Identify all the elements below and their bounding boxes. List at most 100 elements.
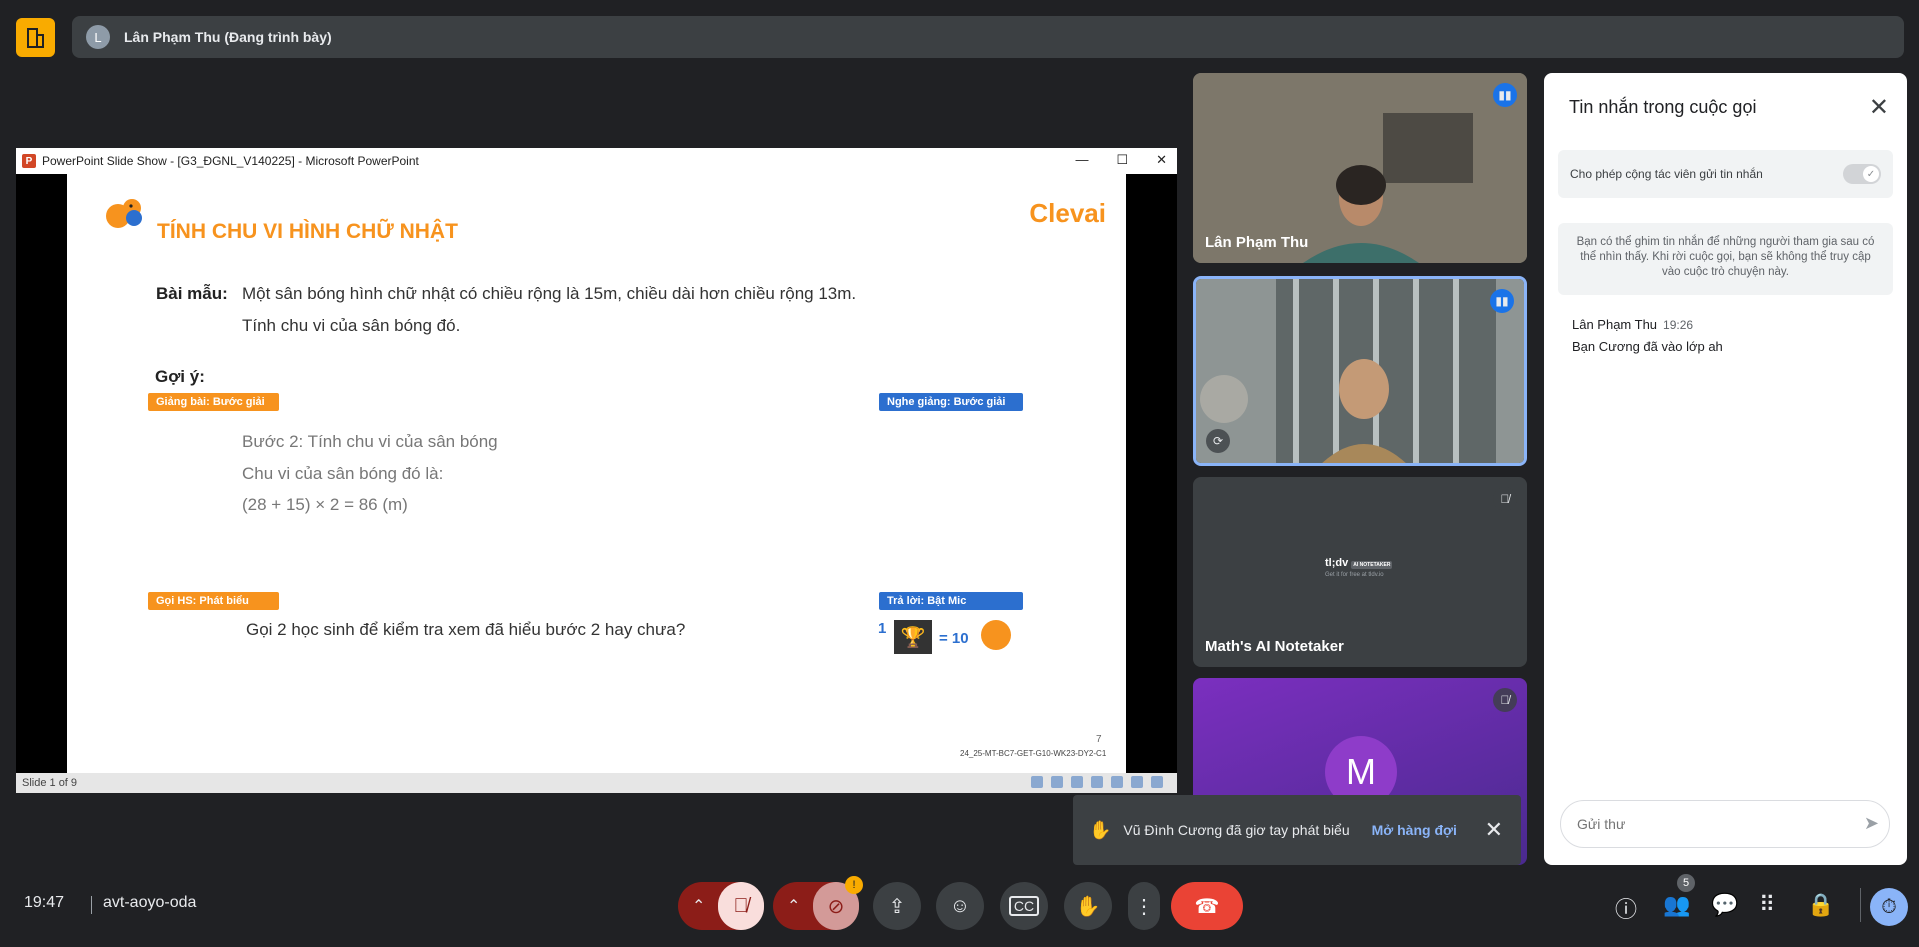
timer-icon[interactable]: ⏱ xyxy=(1870,888,1908,926)
leave-call-button[interactable]: ☎ xyxy=(1171,882,1243,930)
emoji-icon: ☺ xyxy=(949,894,971,917)
slide-footer-code: 24_25-MT-BC7-GET-G10-WK23-DY2-C1 xyxy=(960,749,1107,758)
participant-name: Lân Phạm Thu xyxy=(1205,234,1309,251)
bai-mau-line2: Tính chu vi của sân bóng đó. xyxy=(242,316,461,335)
presenter-avatar: L xyxy=(86,25,110,49)
message-sender: Lân Phạm Thu xyxy=(1572,317,1658,332)
slideshow-view-icon[interactable] xyxy=(1151,776,1163,788)
emoji-button[interactable]: ☺ xyxy=(936,882,984,930)
hand-raise-toast: ✋ Vũ Đình Cương đã giơ tay phát biểu Mở … xyxy=(1073,795,1521,865)
open-queue-link[interactable]: Mở hàng đợi xyxy=(1372,822,1457,838)
divider xyxy=(1860,888,1861,922)
reward-equals: = 10 xyxy=(939,630,969,647)
presenter-name: Lân Phạm Thu (Đang trình bày) xyxy=(124,29,332,45)
trophy-icon: 🏆 xyxy=(894,620,932,654)
raise-hand-button[interactable]: ✋ xyxy=(1064,882,1112,930)
step-line2: Chu vi của sân bóng đó là: xyxy=(242,464,444,483)
tldv-logo-badge: AI NOTETAKER xyxy=(1351,561,1393,569)
participant-video xyxy=(1196,279,1524,463)
divider xyxy=(91,896,92,914)
close-toast-icon[interactable]: ✕ xyxy=(1485,817,1503,843)
video-control-group: ⌃ ⊘ ! xyxy=(773,876,863,930)
notes-icon[interactable] xyxy=(1051,776,1063,788)
present-button[interactable]: ⇪ xyxy=(873,882,921,930)
next-slide-icon[interactable] xyxy=(1071,776,1083,788)
camera-warning-badge: ! xyxy=(845,876,863,894)
presenter-banner: L Lân Phạm Thu (Đang trình bày) xyxy=(72,16,1904,58)
info-icon[interactable]: ⓘ xyxy=(1615,892,1637,924)
participant-tile-lan[interactable]: ▮▮ Lân Phạm Thu xyxy=(1193,73,1527,263)
tag-goi-hs: Gọi HS: Phát biểu xyxy=(148,592,279,610)
video-options-icon[interactable]: ⌃ xyxy=(787,896,800,916)
squirrel-mascot-icon xyxy=(106,199,142,228)
mic-off-icon: 🎙̸ xyxy=(1493,688,1517,712)
audio-options-icon[interactable]: ⌃ xyxy=(692,896,705,916)
check-icon: ✓ xyxy=(1863,166,1879,182)
participants-count-badge: 5 xyxy=(1677,874,1695,892)
bai-mau-line1: Một sân bóng hình chữ nhật có chiều rộng… xyxy=(242,284,857,303)
participant-tile-notetaker[interactable]: tl;dv AI NOTETAKER Get it for free at tl… xyxy=(1193,477,1527,667)
ppt-window-title: PowerPoint Slide Show - [G3_ĐGNL_V140225… xyxy=(42,154,419,168)
permission-row: Cho phép cộng tác viên gửi tin nhắn ✓ xyxy=(1558,150,1893,198)
maximize-icon[interactable]: ☐ xyxy=(1116,152,1128,168)
step-line3: (28 + 15) × 2 = 86 (m) xyxy=(242,495,408,514)
reward-count: 1 xyxy=(878,620,887,637)
mic-off-icon: 🎙̸ xyxy=(733,894,749,917)
tldv-logo-sub: Get it for free at tldv.io xyxy=(1325,572,1384,578)
message-header: Lân Phạm Thu 19:26 xyxy=(1572,317,1693,332)
send-icon[interactable]: ➤ xyxy=(1864,813,1879,834)
powerpoint-icon: P xyxy=(22,154,36,168)
message-text: Bạn Cương đã vào lớp ah xyxy=(1572,339,1723,354)
step-line1: Bước 2: Tính chu vi của sân bóng xyxy=(242,432,498,451)
present-icon: ⇪ xyxy=(888,895,906,918)
chat-icon[interactable]: 💬 xyxy=(1711,892,1738,918)
activities-icon[interactable]: ⠿ xyxy=(1759,892,1775,918)
hang-up-icon: ☎ xyxy=(1194,895,1220,918)
goi-y-label: Gợi ý: xyxy=(155,367,205,386)
participant-tile-student[interactable]: ▮▮ ⟳ xyxy=(1193,276,1527,466)
toast-text: Vũ Đình Cương đã giơ tay phát biểu xyxy=(1123,822,1350,838)
slide-title: TÍNH CHU VI HÌNH CHỮ NHẬT xyxy=(157,220,458,243)
tag-nghe-giang: Nghe giảng: Bước giải xyxy=(879,393,1023,411)
prev-slide-icon[interactable] xyxy=(1031,776,1043,788)
ppt-titlebar: P PowerPoint Slide Show - [G3_ĐGNL_V1402… xyxy=(16,148,1177,174)
close-icon[interactable]: ✕ xyxy=(1156,152,1167,168)
host-controls-icon[interactable]: 🔒 xyxy=(1807,892,1834,918)
clevai-logo: Clevai xyxy=(1029,198,1106,228)
permission-toggle[interactable]: ✓ xyxy=(1843,164,1881,184)
slide-counter: Slide 1 of 9 xyxy=(22,777,78,789)
message-time: 19:26 xyxy=(1663,318,1694,332)
mic-off-button[interactable]: 🎙̸ xyxy=(718,882,764,930)
current-time: 19:47 xyxy=(24,894,65,911)
chat-title: Tin nhắn trong cuộc gọi xyxy=(1569,97,1757,117)
close-chat-icon[interactable]: ✕ xyxy=(1869,93,1889,122)
meet-logo-icon xyxy=(16,18,55,57)
reading-view-icon[interactable] xyxy=(1131,776,1143,788)
ppt-statusbar: Slide 1 of 9 xyxy=(16,773,1177,793)
people-icon[interactable]: 👥 xyxy=(1663,892,1690,918)
sorter-view-icon[interactable] xyxy=(1111,776,1123,788)
question-text: Gọi 2 học sinh để kiểm tra xem đã hiểu b… xyxy=(246,620,686,639)
hand-icon: ✋ xyxy=(1089,819,1112,840)
audio-control-group: ⌃ 🎙̸ xyxy=(678,882,764,930)
captions-button[interactable]: CC xyxy=(1000,882,1048,930)
permission-label: Cho phép cộng tác viên gửi tin nhắn xyxy=(1570,167,1763,181)
pin-info: Bạn có thể ghim tin nhắn để những người … xyxy=(1558,223,1893,295)
camera-off-icon: ⊘ xyxy=(827,895,845,918)
speaking-indicator-icon: ▮▮ xyxy=(1490,289,1514,313)
bai-mau-label: Bài mẫu: xyxy=(156,284,228,303)
meeting-code: avt-aoyo-oda xyxy=(103,894,197,911)
hand-icon: ✋ xyxy=(1075,895,1101,918)
slide-page-number: 7 xyxy=(1096,734,1102,745)
normal-view-icon[interactable] xyxy=(1091,776,1103,788)
captions-icon: CC xyxy=(1008,896,1040,916)
chat-input[interactable] xyxy=(1560,800,1890,848)
more-options-button[interactable]: ⋮ xyxy=(1128,882,1160,930)
tag-tra-loi: Trả lời: Bật Mic xyxy=(879,592,1023,610)
powerpoint-window: P PowerPoint Slide Show - [G3_ĐGNL_V1402… xyxy=(16,148,1177,793)
participant-name: Math's AI Notetaker xyxy=(1205,638,1344,655)
minimize-icon[interactable]: — xyxy=(1075,152,1088,168)
acorn-icon xyxy=(981,620,1011,650)
speaking-indicator-icon: ▮▮ xyxy=(1493,83,1517,107)
more-vert-icon: ⋮ xyxy=(1134,895,1154,918)
